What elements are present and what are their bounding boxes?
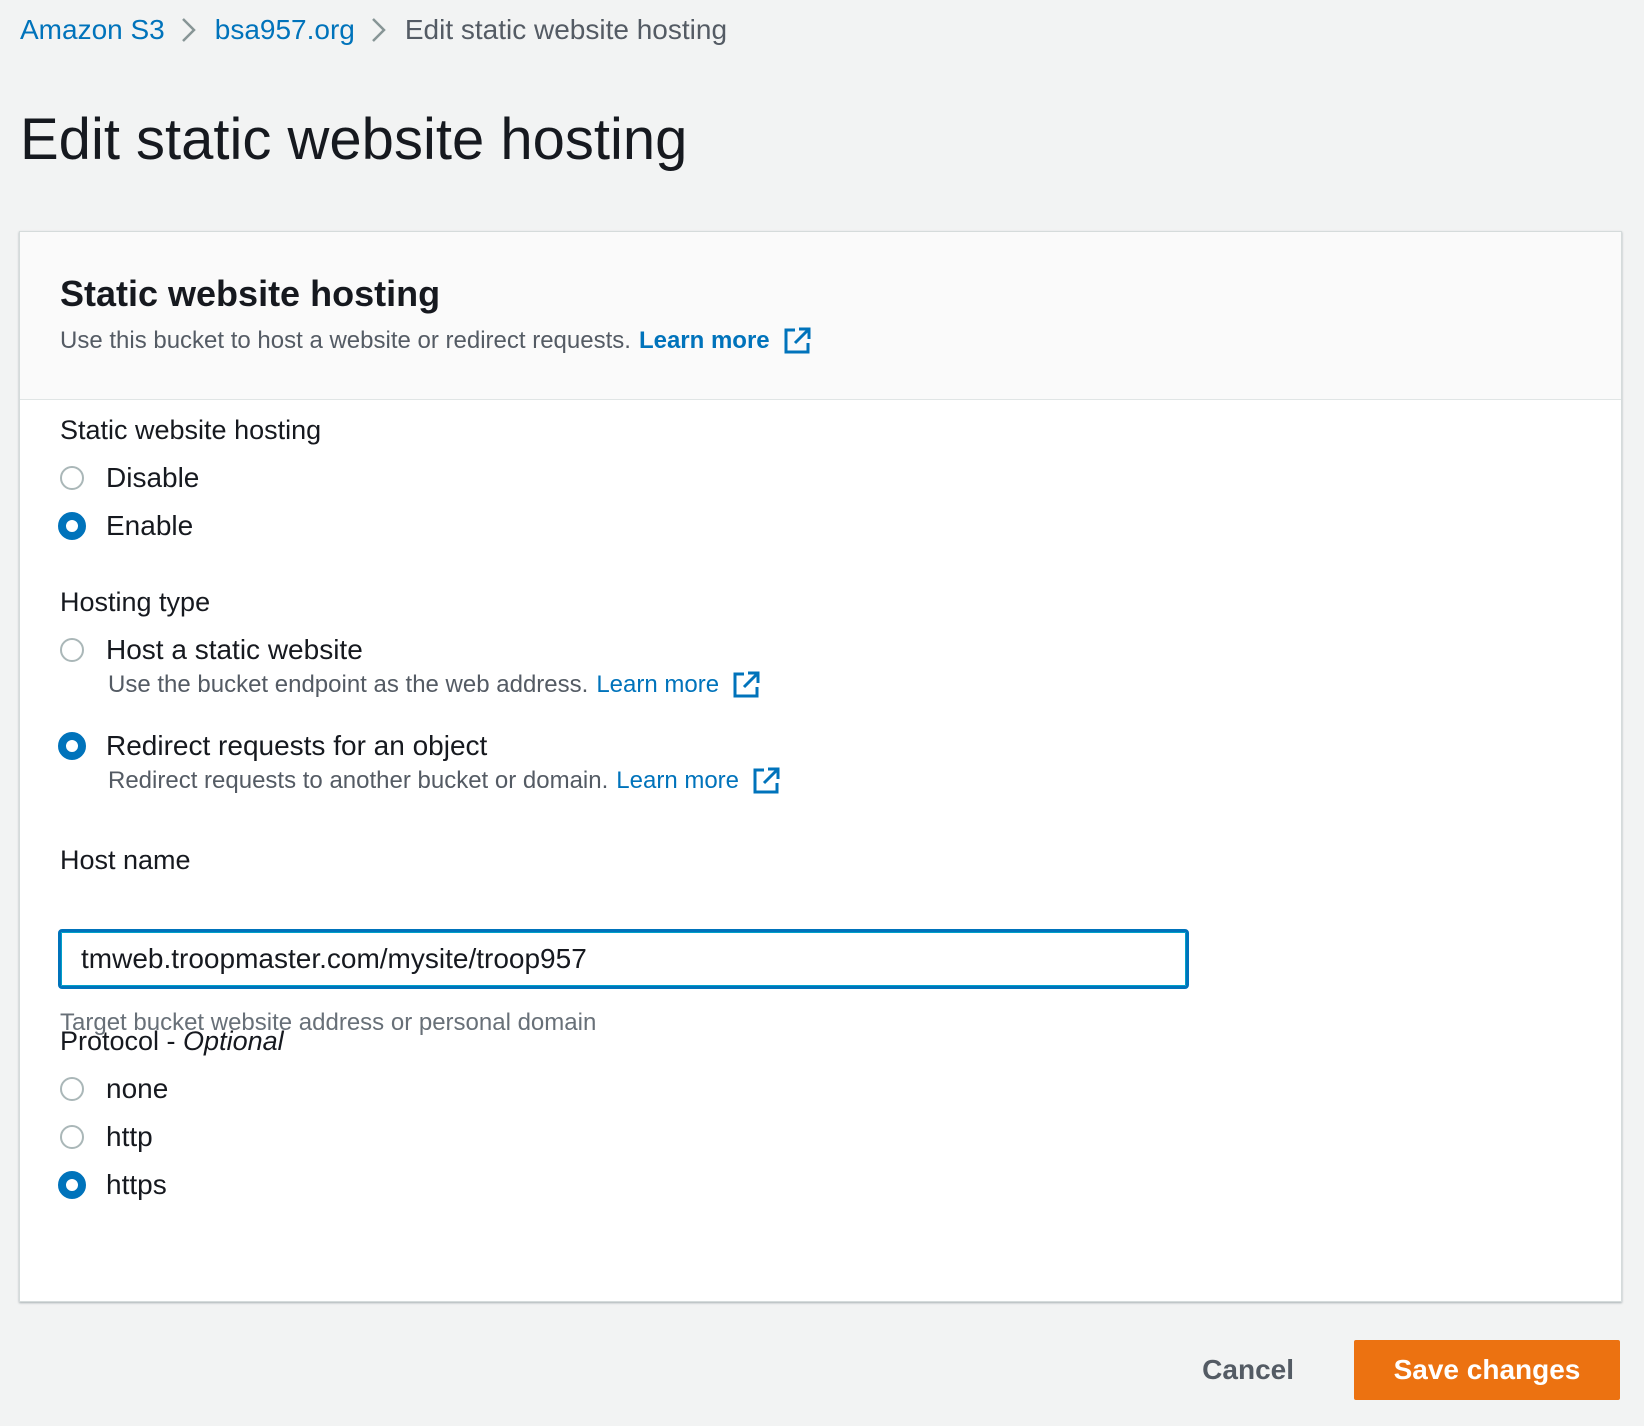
panel-header: Static website hosting Use this bucket t… [20,232,1621,400]
protocol-label-text: Protocol - [60,1026,184,1056]
hosting-label: Static website hosting [60,415,322,445]
radio-label: Disable [106,462,200,493]
radio-button[interactable] [60,1077,84,1101]
description-text: Use the bucket endpoint as the web addre… [108,671,589,698]
panel-title: Static website hosting [60,273,441,314]
radio-button-checked[interactable] [58,1171,86,1199]
radio-label: Host a static website [106,634,363,665]
learn-more-link[interactable]: Learn more [639,322,812,360]
panel-description-text: Use this bucket to host a website or red… [60,327,631,354]
host-name-input[interactable] [58,929,1189,989]
host-name-label: Host name [60,845,191,875]
static-website-hosting-panel: Static website hosting Use this bucket t… [19,231,1622,1302]
save-changes-button[interactable]: Save changes [1354,1340,1620,1400]
learn-more-label: Learn more [638,327,770,354]
learn-more-link[interactable]: Learn more [596,667,761,703]
learn-more-link[interactable]: Learn more [616,763,781,799]
radio-button-checked[interactable] [58,512,86,540]
radio-protocol-https[interactable]: https [58,1165,167,1205]
radio-enable[interactable]: Enable [58,506,194,546]
external-link-icon [782,326,812,356]
radio-label: https [106,1169,167,1200]
chevron-right-icon [165,10,215,50]
host-static-website-description: Use the bucket endpoint as the web addre… [108,667,761,703]
radio-label: none [106,1073,169,1104]
radio-button-checked[interactable] [58,732,86,760]
panel-description: Use this bucket to host a website or red… [60,322,812,360]
page-title: Edit static website hosting [20,107,688,172]
radio-label: Redirect requests for an object [106,730,488,761]
hosting-type-label: Hosting type [60,587,211,617]
redirect-requests-description: Redirect requests to another bucket or d… [108,763,781,799]
breadcrumb-bucket[interactable]: bsa957.org [215,10,355,50]
radio-button[interactable] [60,466,84,490]
radio-disable[interactable]: Disable [60,458,199,498]
chevron-right-icon [355,10,405,50]
description-text: Redirect requests to another bucket or d… [108,767,609,794]
breadcrumb: Amazon S3 bsa957.org Edit static website… [20,10,727,50]
radio-button[interactable] [60,1125,84,1149]
cancel-button[interactable]: Cancel [1172,1340,1324,1400]
breadcrumb-amazon-s3[interactable]: Amazon S3 [20,10,165,50]
protocol-label: Protocol - Optional [60,1021,284,1061]
radio-host-static-website[interactable]: Host a static website [60,630,363,670]
radio-label: http [106,1121,153,1152]
learn-more-label: Learn more [616,767,740,794]
learn-more-label: Learn more [596,671,720,698]
radio-label: Enable [106,510,194,541]
external-link-icon [731,670,761,700]
optional-text: Optional [183,1026,284,1056]
radio-protocol-http[interactable]: http [60,1117,153,1157]
form-actions: Cancel Save changes [1172,1340,1620,1400]
radio-redirect-requests[interactable]: Redirect requests for an object [58,726,488,766]
radio-button[interactable] [60,638,84,662]
radio-protocol-none[interactable]: none [60,1069,168,1109]
external-link-icon [751,766,781,796]
breadcrumb-current: Edit static website hosting [404,14,728,45]
